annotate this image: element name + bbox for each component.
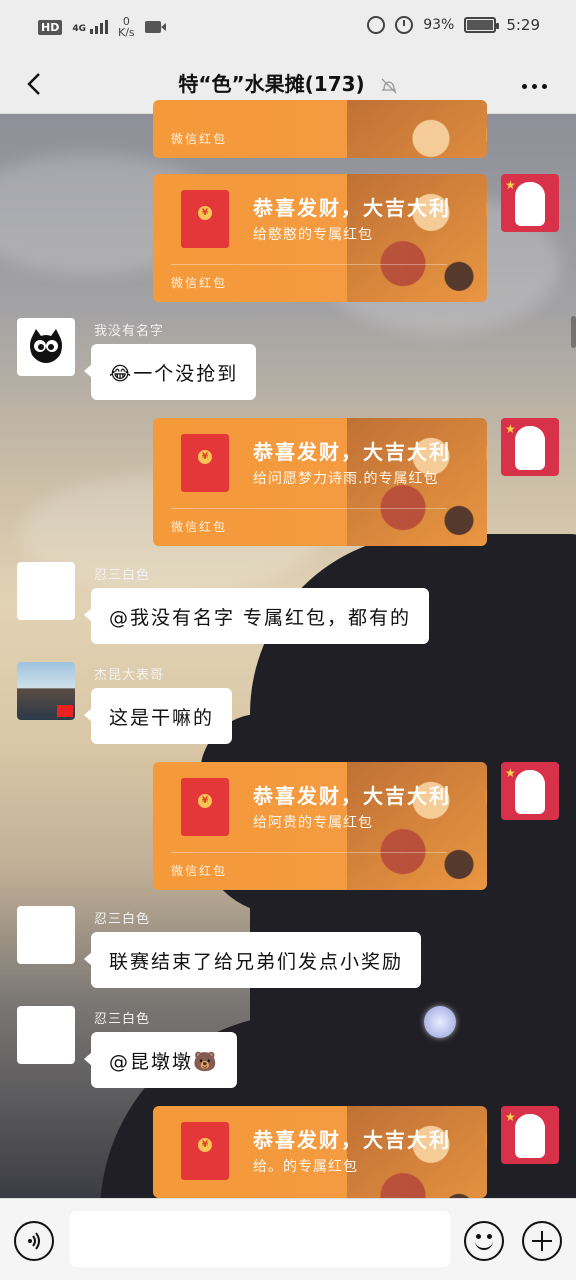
red-envelope-message[interactable]: 恭喜发财，大吉大利 给。的专属红包: [153, 1106, 487, 1198]
network-speed: 0 K/s: [118, 16, 135, 38]
smile-icon: [475, 1241, 493, 1250]
figure: [515, 182, 545, 226]
star-icon: ★: [505, 178, 516, 192]
red-envelope-icon: [181, 778, 229, 836]
envelope-subtitle: 给。的专属红包: [253, 1159, 358, 1175]
star-icon: ★: [505, 422, 516, 436]
status-right: 93% 5:29: [367, 16, 540, 34]
envelope-label: 微信红包: [171, 276, 228, 290]
flag-icon: [57, 705, 73, 717]
mute-bell-icon: [381, 78, 397, 93]
battery-percent: 93%: [423, 17, 455, 33]
red-envelope-icon: [181, 190, 229, 248]
text-message-bubble[interactable]: @我没有名字 专属红包，都有的: [83, 588, 430, 644]
red-envelope-icon: [181, 434, 229, 492]
sender-avatar[interactable]: [17, 662, 75, 720]
chat-title: 特“色”水果摊(173): [178, 72, 365, 96]
sender-avatar[interactable]: [17, 1006, 75, 1064]
envelope-subtitle: 给问愿梦力诗雨.的专属红包: [253, 471, 439, 487]
more-options-button[interactable]: [514, 66, 554, 106]
hd-indicator: HD: [38, 19, 63, 35]
self-avatar[interactable]: ★: [501, 418, 559, 476]
envelope-divider: [171, 852, 447, 853]
sender-avatar[interactable]: [17, 318, 75, 376]
data-saver-icon: [367, 16, 386, 34]
dot-icon: [531, 83, 537, 89]
battery-fill: [467, 20, 494, 30]
text-message-bubble[interactable]: 联赛结束了给兄弟们发点小奖励: [83, 932, 422, 988]
red-envelope-icon: [181, 1122, 229, 1180]
envelope-subtitle: 给憨憨的专属红包: [253, 227, 373, 243]
sender-avatar[interactable]: [17, 906, 75, 964]
self-avatar[interactable]: ★: [501, 762, 559, 820]
floating-assistive-ball[interactable]: [424, 1006, 456, 1038]
text-message-bubble[interactable]: 😂一个没抢到: [83, 344, 257, 400]
sender-name: 忍三白色: [94, 568, 151, 583]
sender-avatar[interactable]: [17, 562, 75, 620]
self-avatar[interactable]: ★: [501, 174, 559, 232]
network-type: 4G: [72, 24, 86, 34]
red-envelope-message[interactable]: 微信红包: [153, 100, 487, 158]
sender-name: 忍三白色: [94, 1012, 151, 1027]
dot-icon: [541, 83, 547, 89]
figure: [515, 426, 545, 470]
envelope-label: 微信红包: [171, 132, 228, 146]
envelope-title: 恭喜发财，大吉大利: [253, 196, 451, 220]
envelope-title: 恭喜发财，大吉大利: [253, 1128, 451, 1152]
text-message-bubble[interactable]: 这是干嘛的: [83, 688, 233, 744]
text-message-bubble[interactable]: @昆墩墩🐻: [84, 1032, 237, 1088]
envelope-label: 微信红包: [171, 520, 228, 534]
sender-name: 忍三白色: [94, 912, 151, 927]
voice-input-button[interactable]: [14, 1221, 54, 1261]
status-left: HD 4G 0 K/s: [38, 16, 166, 38]
message-input[interactable]: [70, 1211, 450, 1267]
envelope-divider: [171, 264, 447, 265]
figure: [515, 1114, 545, 1158]
more-actions-plus-button[interactable]: [522, 1221, 562, 1261]
red-envelope-message[interactable]: 恭喜发财，大吉大利 给问愿梦力诗雨.的专属红包 微信红包: [153, 418, 487, 546]
emoji-button[interactable]: [464, 1221, 504, 1261]
alarm-icon: [395, 16, 414, 34]
star-icon: ★: [505, 1110, 516, 1124]
red-envelope-message[interactable]: 恭喜发财，大吉大利 给阿贵的专属红包 微信红包: [153, 762, 487, 890]
scrollbar[interactable]: [571, 316, 576, 348]
envelope-label: 微信红包: [171, 864, 228, 878]
sender-name: 杰昆大表哥: [94, 668, 165, 683]
envelope-art: [347, 100, 487, 158]
red-envelope-message[interactable]: 恭喜发财，大吉大利 给憨憨的专属红包 微信红包: [153, 174, 487, 302]
black-cat-icon: [30, 329, 62, 363]
envelope-divider: [171, 508, 447, 509]
chat-title-wrap: 特“色”水果摊(173): [0, 68, 576, 97]
clock: 5:29: [506, 16, 540, 34]
voice-icon: [28, 1232, 40, 1250]
figure: [515, 770, 545, 814]
star-icon: ★: [505, 766, 516, 780]
video-icon: [144, 21, 166, 33]
signal-icon: 4G: [72, 20, 108, 34]
input-bar: [0, 1198, 576, 1280]
self-avatar[interactable]: ★: [501, 1106, 559, 1164]
status-bar: HD 4G 0 K/s 93% 5:29: [0, 0, 576, 56]
sender-name: 我没有名字: [94, 324, 165, 339]
envelope-title: 恭喜发财，大吉大利: [253, 784, 451, 808]
envelope-title: 恭喜发财，大吉大利: [253, 440, 451, 464]
dot-icon: [521, 83, 527, 89]
envelope-subtitle: 给阿贵的专属红包: [253, 815, 373, 831]
speed-unit: K/s: [118, 26, 135, 39]
battery-icon: [464, 17, 500, 33]
